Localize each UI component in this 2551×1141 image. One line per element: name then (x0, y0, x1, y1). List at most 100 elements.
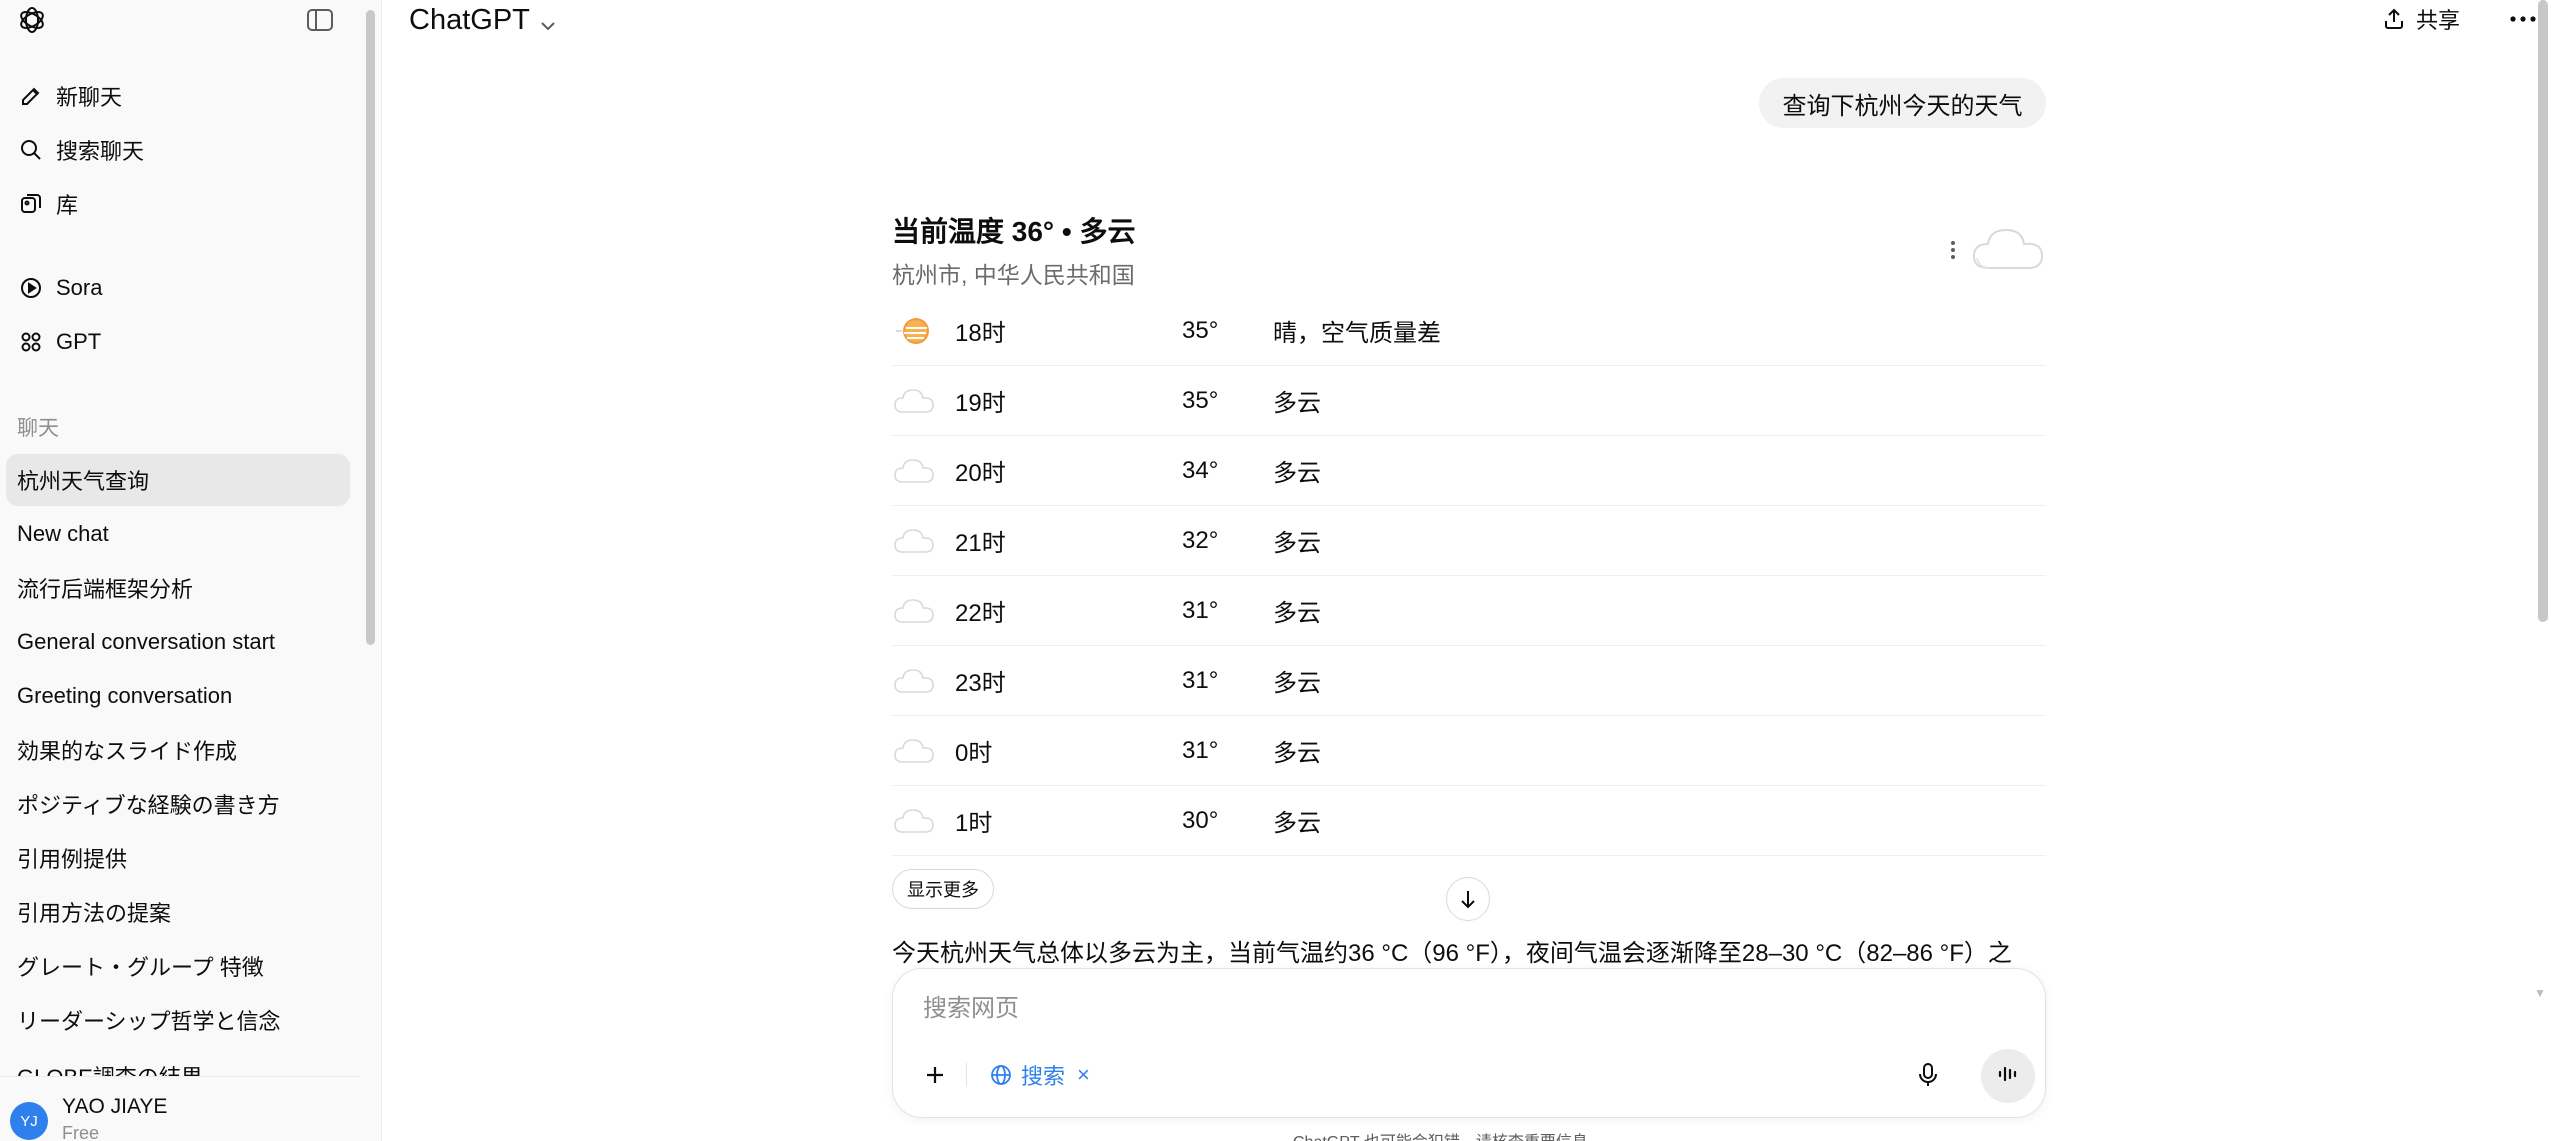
hour-temp: 35° (1182, 316, 1219, 344)
cloud-icon (892, 799, 936, 843)
weather-menu-icon[interactable] (1943, 236, 1963, 264)
chats-section-label: 聊天 (17, 417, 59, 440)
hour-time: 21时 (955, 530, 1006, 557)
globe-icon (989, 1063, 1013, 1087)
hour-temp: 31° (1182, 596, 1219, 624)
avatar: YJ (10, 1102, 48, 1140)
prompt-input[interactable] (923, 989, 2003, 1029)
play-circle-icon (16, 273, 46, 303)
hour-condition: 多云 (1273, 810, 1321, 837)
library-icon (16, 189, 46, 219)
cloud-icon (892, 729, 936, 773)
gpt-button[interactable]: GPT (6, 317, 350, 367)
hour-condition: 多云 (1273, 600, 1321, 627)
more-options-icon[interactable] (2503, 0, 2543, 38)
disclaimer: ChatGPT 也可能会犯错。请核查重要信息。 (1293, 1128, 1604, 1141)
chat-item[interactable]: GLOBE調査の結果 (6, 1048, 350, 1076)
cloud-icon (892, 449, 936, 493)
new-chat-button[interactable]: 新聊天 (6, 71, 350, 121)
user-message: 查询下杭州今天的天气 (1759, 78, 2046, 128)
weather-hour-row: 18时 35° 晴，空气质量差 (892, 296, 2046, 366)
cloud-icon (892, 659, 936, 703)
library-button[interactable]: 库 (6, 179, 350, 229)
hour-temp: 32° (1182, 526, 1219, 554)
weather-location: 杭州市, 中华人民共和国 (892, 262, 1135, 288)
user-plan: Free (62, 1123, 100, 1141)
openai-logo-icon[interactable] (14, 2, 50, 38)
microphone-icon[interactable] (1908, 1055, 1948, 1095)
weather-hour-row: 23时 31° 多云 (892, 646, 2046, 716)
sidebar-scrollbar[interactable] (366, 10, 375, 645)
user-name: YAO JIAYE (62, 1095, 168, 1118)
hour-time: 0时 (955, 740, 993, 767)
hour-condition: 多云 (1273, 740, 1321, 767)
model-picker[interactable]: ChatGPT (409, 0, 556, 40)
chat-item[interactable]: リーダーシップ哲学と信念 (6, 994, 350, 1046)
hour-temp: 34° (1182, 456, 1219, 484)
weather-hour-row: 1时 30° 多云 (892, 786, 2046, 856)
search-tool-chip[interactable]: 搜索 × (981, 1055, 1098, 1095)
chat-item[interactable]: ポジティブな経験の書き方 (6, 778, 350, 830)
hour-temp: 31° (1182, 736, 1219, 764)
weather-hour-row: 20时 34° 多云 (892, 436, 2046, 506)
share-label: 共享 (2416, 8, 2461, 33)
main-panel: ChatGPT 共享 ▼ 查询下杭州今天的天气 当前温度 36° • 多云 杭州… (383, 0, 2551, 1141)
weather-hour-row: 0时 31° 多云 (892, 716, 2046, 786)
composer: 搜索 × (892, 968, 2046, 1118)
weather-title: 当前温度 36° • 多云 (892, 216, 1136, 247)
cloud-icon (892, 519, 936, 563)
new-chat-label: 新聊天 (56, 85, 123, 110)
scroll-arrow-down-icon[interactable]: ▼ (2534, 986, 2546, 1000)
close-icon[interactable]: × (1077, 1062, 1090, 1088)
waveform-icon (1996, 1064, 2020, 1089)
sun-haze-icon (892, 309, 936, 353)
composer-divider (966, 1063, 967, 1087)
chat-item[interactable]: New chat (6, 508, 350, 560)
weather-hour-row: 21时 32° 多云 (892, 506, 2046, 576)
search-chats-button[interactable]: 搜索聊天 (6, 125, 350, 175)
share-icon (2382, 7, 2406, 31)
chat-item[interactable]: グレート・グループ 特徴 (6, 940, 350, 992)
share-button[interactable]: 共享 (2382, 0, 2460, 38)
chat-item[interactable]: 効果的なスライド作成 (6, 724, 350, 776)
sora-button[interactable]: Sora (6, 263, 350, 313)
chat-item[interactable]: Greeting conversation (6, 670, 350, 722)
voice-mode-button[interactable] (1981, 1049, 2035, 1103)
chat-item[interactable]: 引用方法の提案 (6, 886, 350, 938)
chat-item[interactable]: 引用例提供 (6, 832, 350, 884)
hour-temp: 30° (1182, 806, 1219, 834)
sidebar: 新聊天 搜索聊天 库 Sora GPT 聊天 杭州天气查询 New chat 流… (0, 0, 382, 1141)
user-menu[interactable]: YJ YAO JIAYE Free (10, 1092, 167, 1141)
hour-time: 19时 (955, 390, 1006, 417)
hour-condition: 多云 (1273, 460, 1321, 487)
main-scrollbar[interactable] (2538, 0, 2548, 622)
scroll-down-button[interactable] (1446, 877, 1490, 921)
hour-temp: 35° (1182, 386, 1219, 414)
hour-temp: 31° (1182, 666, 1219, 694)
hour-time: 20时 (955, 460, 1006, 487)
cloud-icon (892, 589, 936, 633)
model-name: ChatGPT (409, 3, 530, 36)
hour-condition: 晴，空气质量差 (1273, 320, 1441, 347)
cloud-icon (1970, 222, 2046, 279)
sora-label: Sora (56, 275, 103, 300)
show-more-button[interactable]: 显示更多 (892, 869, 994, 909)
sidebar-divider (0, 1076, 360, 1077)
weather-hour-row: 19时 35° 多云 (892, 366, 2046, 436)
search-tool-label: 搜索 (1021, 1064, 1066, 1089)
plus-icon[interactable] (915, 1055, 955, 1095)
library-label: 库 (56, 193, 79, 218)
search-chats-label: 搜索聊天 (56, 139, 145, 164)
grid-icon (16, 327, 46, 357)
cloud-icon (892, 379, 936, 423)
hour-condition: 多云 (1273, 670, 1321, 697)
chat-item[interactable]: 流行后端框架分析 (6, 562, 350, 614)
chevron-down-icon (540, 6, 556, 39)
search-icon (16, 135, 46, 165)
hour-condition: 多云 (1273, 390, 1321, 417)
weather-hour-row: 22时 31° 多云 (892, 576, 2046, 646)
hour-time: 22时 (955, 600, 1006, 627)
sidebar-toggle-icon[interactable] (300, 3, 340, 37)
chat-item[interactable]: 杭州天气查询 (6, 454, 350, 506)
chat-item[interactable]: General conversation start (6, 616, 350, 668)
